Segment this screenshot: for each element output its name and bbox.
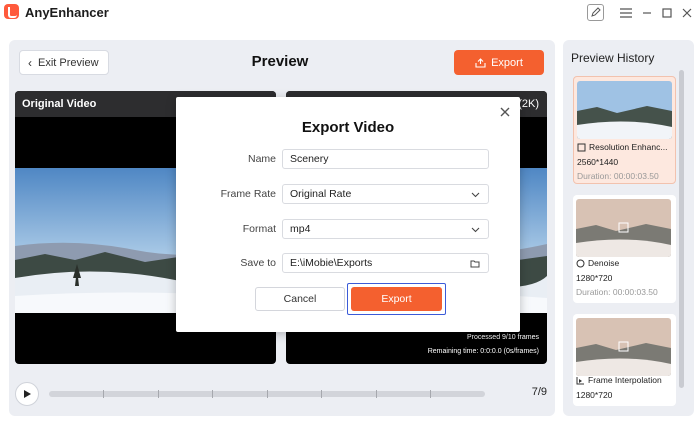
export-label: Export [491, 56, 523, 69]
remaining-time-text: Remaining time: 0:0:0.0 (0s/frames) [427, 348, 539, 355]
app-title: AnyEnhancer [25, 5, 109, 20]
history-item-resolution: 1280*720 [576, 390, 613, 400]
menu-icon[interactable] [619, 4, 633, 21]
format-row: Format mp4 [176, 219, 520, 239]
timeline-slider[interactable] [49, 390, 485, 398]
playback-bar: 7/9 [15, 378, 547, 406]
timeline-tick [212, 390, 213, 398]
exit-preview-button[interactable]: ‹ Exit Preview [19, 50, 109, 75]
minimize-icon[interactable] [641, 4, 653, 21]
frame-interpolation-icon [576, 376, 584, 384]
dialog-close-icon[interactable] [498, 105, 512, 119]
export-video-dialog: Export Video Name Scenery Frame Rate Ori… [176, 97, 520, 332]
folder-icon[interactable] [470, 259, 480, 268]
app-logo-icon [4, 4, 19, 19]
title-bar: AnyEnhancer [0, 0, 700, 26]
export-button[interactable]: Export [454, 50, 544, 75]
preview-history-title: Preview History [571, 51, 655, 65]
name-row: Name Scenery [176, 149, 520, 169]
history-item-resolution: 1280*720 [576, 273, 613, 283]
chevron-down-icon [471, 192, 480, 198]
timeline-tick [376, 390, 377, 398]
history-item-duration: Duration: 00:00:03.50 [577, 171, 659, 181]
page-title: Preview [251, 53, 309, 70]
exit-preview-label: Exit Preview [38, 56, 99, 69]
cancel-button[interactable]: Cancel [255, 287, 345, 311]
history-item-label: Frame Interpolation [576, 375, 662, 385]
maximize-icon[interactable] [661, 4, 673, 21]
history-item-label: Denoise [576, 258, 619, 268]
save-to-row: Save to E:\iMobie\Exports [176, 253, 520, 273]
play-button[interactable] [15, 382, 39, 406]
save-to-label: Save to [240, 257, 276, 269]
play-icon [24, 390, 31, 398]
history-thumbnail [576, 318, 671, 376]
format-label: Format [242, 223, 276, 235]
history-thumbnail [577, 81, 672, 139]
save-to-field[interactable]: E:\iMobie\Exports [282, 253, 489, 273]
frame-rate-label: Frame Rate [220, 188, 276, 200]
timeline-tick [321, 390, 322, 398]
history-item[interactable]: Denoise 1280*720 Duration: 00:00:03.50 [573, 195, 676, 303]
timeline-tick [430, 390, 431, 398]
frame-rate-row: Frame Rate Original Rate [176, 184, 520, 204]
close-icon[interactable] [681, 4, 693, 21]
history-item-resolution: 2560*1440 [577, 157, 619, 167]
timeline-tick [158, 390, 159, 398]
history-item-duration: Duration: 00:00:03.50 [576, 287, 658, 297]
denoise-icon [576, 259, 585, 267]
timeline-tick [103, 390, 104, 398]
chevron-down-icon [471, 227, 480, 233]
history-item[interactable]: Resolution Enhanc... 2560*1440 Duration:… [573, 76, 676, 184]
name-field[interactable]: Scenery [282, 149, 489, 169]
history-item-label: Resolution Enhanc... [577, 142, 667, 152]
processed-frames-text: Processed 9/10 frames [467, 334, 539, 341]
dialog-title: Export Video [301, 119, 395, 136]
resolution-icon [577, 143, 586, 151]
frame-counter: 7/9 [531, 386, 547, 398]
history-item[interactable]: Frame Interpolation 1280*720 [573, 314, 676, 406]
timeline-tick [267, 390, 268, 398]
history-thumbnail [576, 199, 671, 257]
frame-rate-select[interactable]: Original Rate [282, 184, 489, 204]
history-scrollbar[interactable] [679, 70, 684, 388]
chevron-left-icon: ‹ [28, 55, 32, 70]
format-select[interactable]: mp4 [282, 219, 489, 239]
name-label: Name [247, 153, 276, 165]
export-icon [475, 57, 486, 68]
dialog-export-button[interactable]: Export [351, 287, 442, 311]
feedback-icon[interactable] [587, 4, 604, 21]
